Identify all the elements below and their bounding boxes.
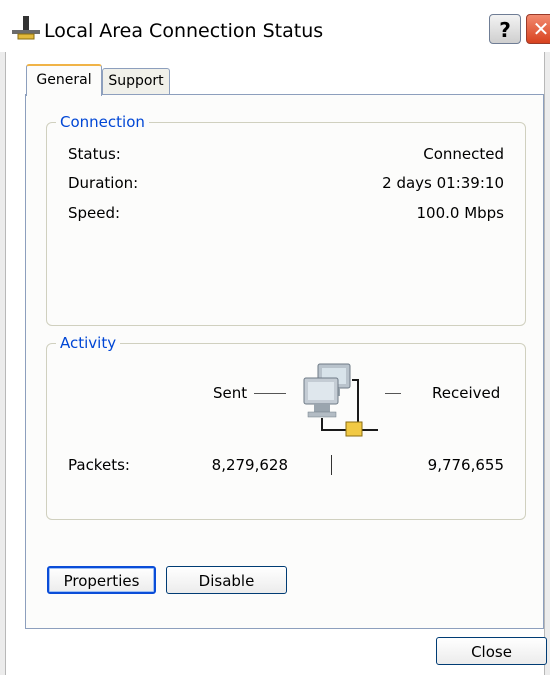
properties-button[interactable]: Properties [47,566,156,594]
help-button[interactable]: ? [489,14,521,44]
network-connection-icon [12,16,40,40]
status-label: Status: [68,145,121,163]
duration-value: 2 days 01:39:10 [382,174,504,192]
tab-general[interactable]: General [26,64,102,96]
packets-label: Packets: [68,456,130,474]
close-icon: ✕ [532,17,550,41]
status-dialog: Local Area Connection Status ? ✕ General… [0,0,550,675]
packets-sent-value: 8,279,628 [211,456,288,474]
packets-separator [331,455,332,475]
status-value: Connected [423,145,504,163]
tab-support[interactable]: Support [102,68,170,94]
packets-received-value: 9,776,655 [427,456,504,474]
sent-label: Sent [213,384,248,402]
window-frame-right [544,52,550,675]
window-close-button[interactable]: ✕ [526,14,550,44]
window-title: Local Area Connection Status [44,20,324,42]
connection-group-title: Connection [56,113,149,131]
activity-group [46,343,526,520]
duration-label: Duration: [68,174,139,192]
activity-group-title: Activity [56,334,121,352]
received-label: Received [432,384,501,402]
network-computers-icon [303,363,378,437]
title-bar[interactable]: Local Area Connection Status ? ✕ [0,0,550,52]
question-mark-icon: ? [499,18,511,42]
disable-button[interactable]: Disable [166,566,287,594]
window-frame-left [0,52,6,675]
speed-label: Speed: [68,204,121,222]
received-dash [385,393,401,394]
sent-dash [254,393,286,394]
close-button[interactable]: Close [436,637,547,665]
speed-value: 100.0 Mbps [416,204,504,222]
